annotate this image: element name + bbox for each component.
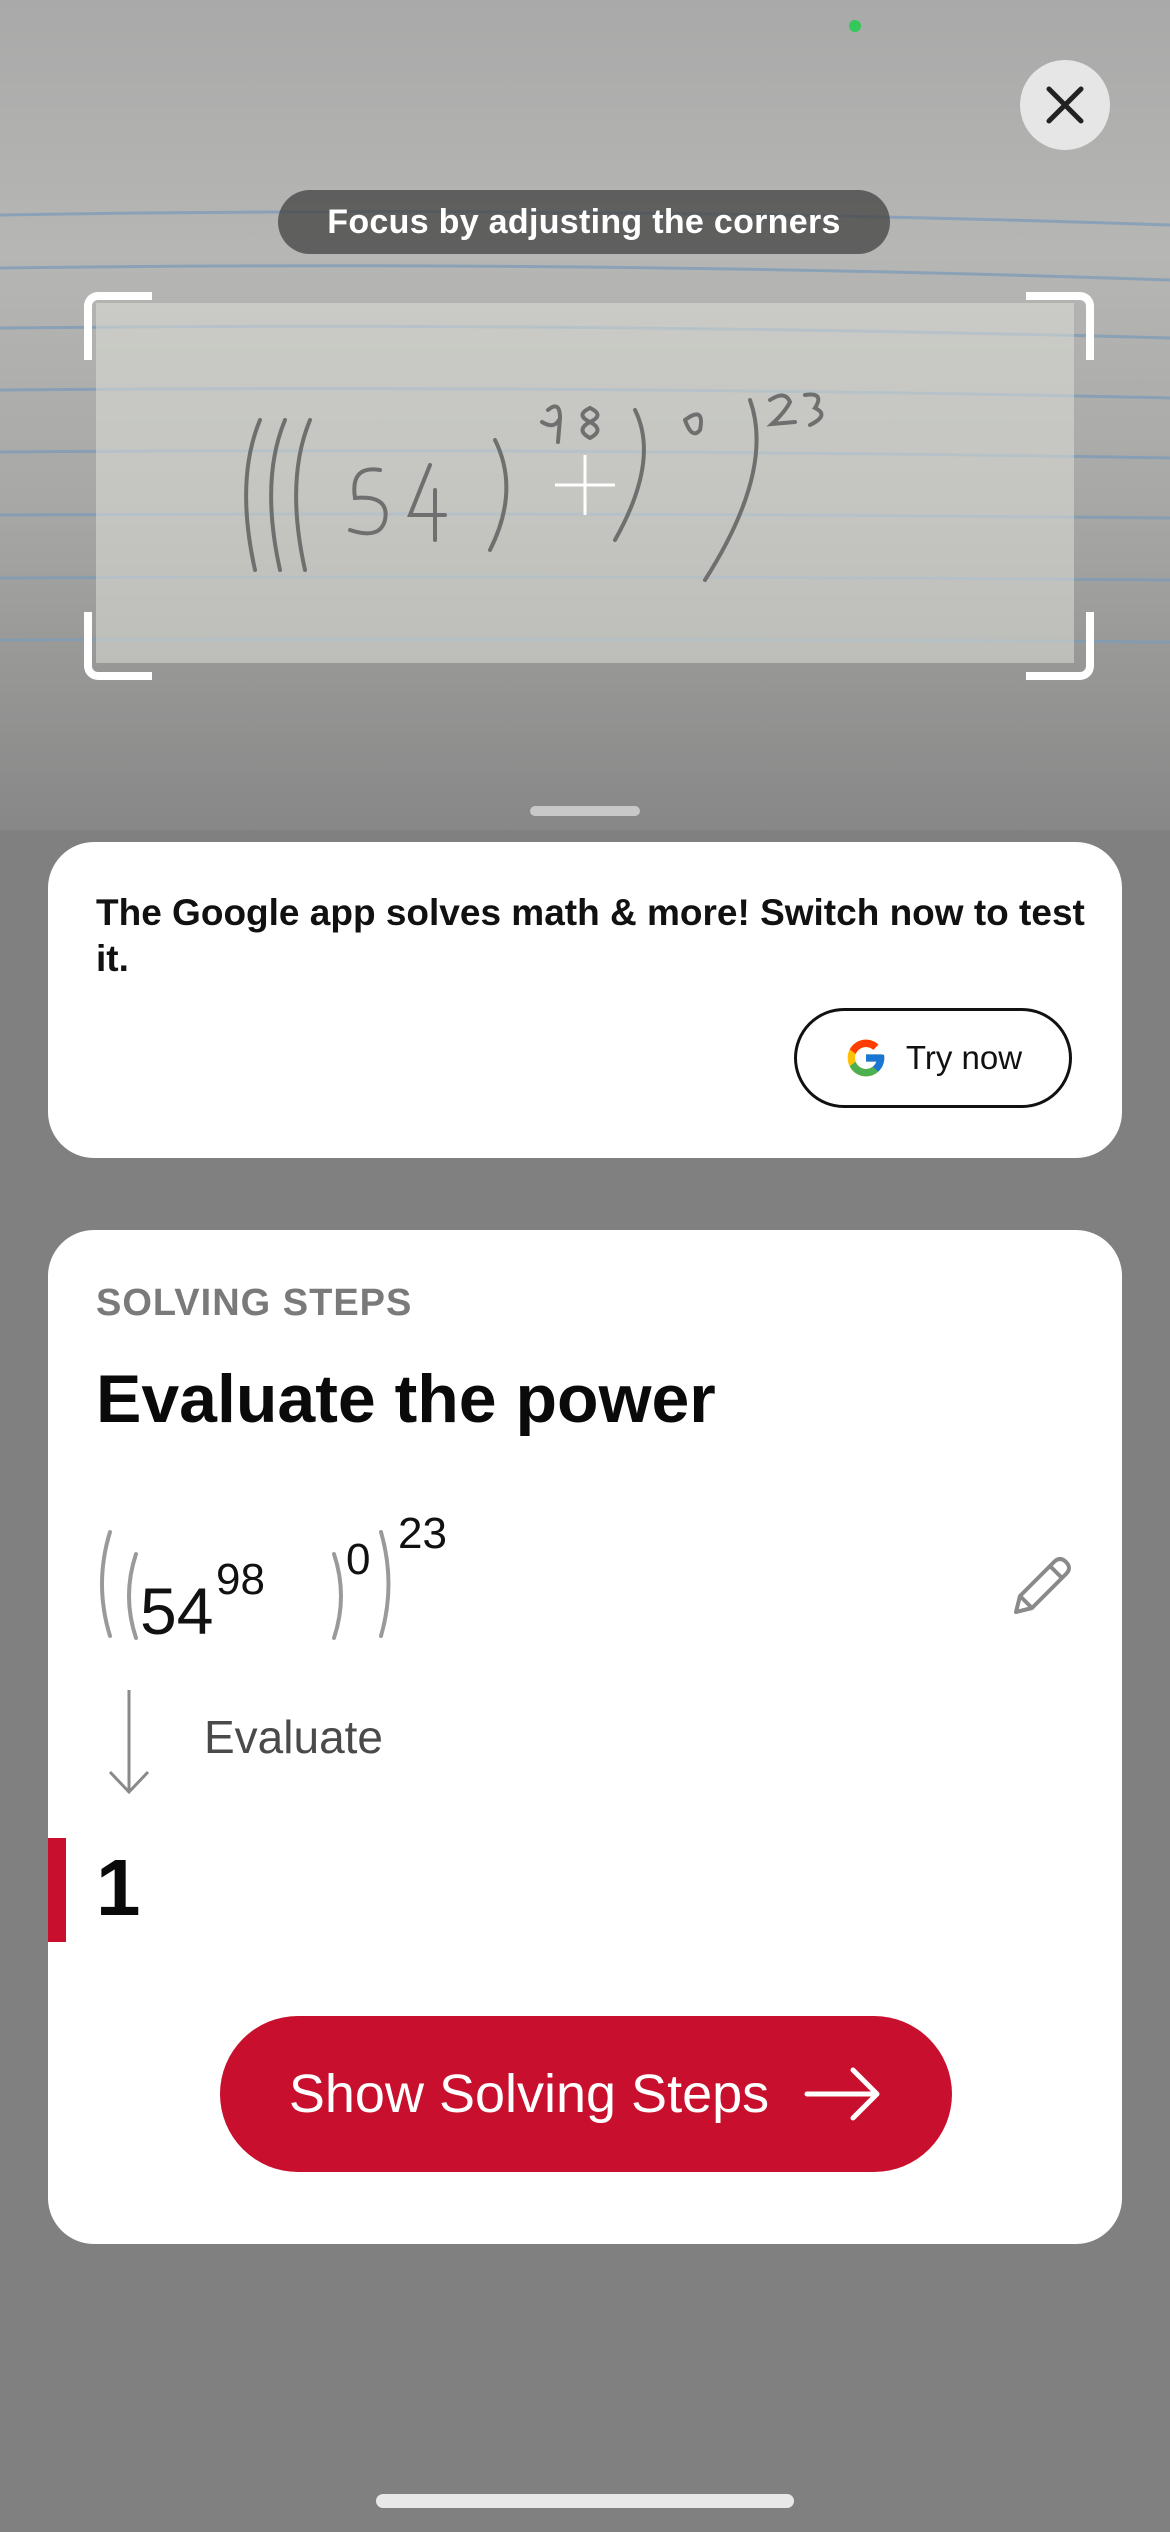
crosshair-icon	[555, 455, 615, 515]
sheet-drag-handle[interactable]	[530, 806, 640, 816]
crop-corner-top-left[interactable]	[84, 292, 152, 360]
promo-text: The Google app solves math & more! Switc…	[96, 892, 1085, 979]
close-icon	[1046, 86, 1084, 124]
step-operation-label: Evaluate	[204, 1711, 384, 1763]
show-solving-steps-label: Show Solving Steps	[288, 2064, 770, 2124]
expr-exp2: 0	[346, 1535, 370, 1584]
step-title: Evaluate the power	[96, 1361, 716, 1437]
camera-viewfinder[interactable]: Focus by adjusting the corners	[0, 0, 1170, 830]
show-solving-steps-button[interactable]: Show Solving Steps	[220, 2016, 952, 2172]
arrow-right-icon	[804, 2067, 880, 2121]
expr-base: 54	[140, 1574, 213, 1648]
pencil-icon[interactable]	[1006, 1552, 1076, 1622]
try-now-button[interactable]: Try now	[794, 1008, 1072, 1108]
handwritten-expression	[244, 392, 824, 582]
try-now-label: Try now	[905, 1039, 1023, 1076]
crop-corner-top-right[interactable]	[1026, 292, 1094, 360]
camera-indicator-dot	[849, 20, 861, 32]
focus-hint: Focus by adjusting the corners	[278, 190, 890, 254]
math-expression: 54 98 0 23	[100, 1514, 447, 1648]
result-accent-bar	[48, 1838, 66, 1942]
section-kicker: SOLVING STEPS	[96, 1282, 413, 1324]
expr-exp1: 98	[216, 1555, 265, 1604]
result-value: 1	[96, 1843, 141, 1932]
close-button[interactable]	[1020, 60, 1110, 150]
solving-steps-card: SOLVING STEPS Evaluate the power 54 98 0…	[48, 1230, 1122, 2244]
crop-corner-bottom-right[interactable]	[1026, 612, 1094, 680]
google-g-icon	[847, 1039, 885, 1077]
promo-card: The Google app solves math & more! Switc…	[48, 842, 1122, 1158]
expr-exp3: 23	[398, 1514, 447, 1558]
home-indicator[interactable]	[376, 2494, 794, 2508]
arrow-down-icon	[108, 1690, 150, 1795]
crop-corner-bottom-left[interactable]	[84, 612, 152, 680]
